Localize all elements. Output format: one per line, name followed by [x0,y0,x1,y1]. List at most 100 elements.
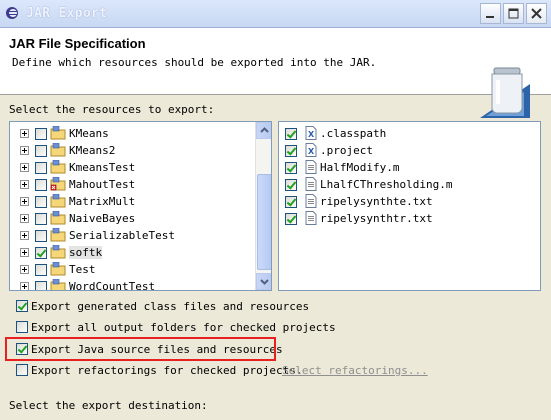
project-label: softk [69,246,103,259]
file-label: .project [320,144,373,157]
project-row[interactable]: NaiveBayes [10,210,271,227]
chevron-up-icon [260,127,269,133]
text-file-icon [305,160,317,174]
file-checkbox[interactable] [285,162,297,174]
expand-icon[interactable] [20,231,29,240]
project-label: MahoutTest [69,178,136,191]
project-checkbox[interactable] [35,281,47,290]
file-label: LhalfCThresholding.m [320,178,453,191]
project-tree[interactable]: KMeans KMeans2 KmeansTest MahoutTest MatrixM… [9,121,272,291]
expand-icon[interactable] [20,214,29,223]
java-project-icon [50,261,66,276]
project-checkbox[interactable] [35,196,47,208]
file-row[interactable]: X .project [279,142,540,159]
expand-icon[interactable] [20,180,29,189]
chevron-down-icon [260,279,269,285]
xml-file-icon: X [305,126,317,140]
scroll-down-button[interactable] [256,273,271,290]
java-project-error-icon [50,176,66,191]
project-checkbox[interactable] [35,213,47,225]
project-row[interactable]: MahoutTest [10,176,271,193]
page-title: JAR File Specification [9,36,146,51]
file-checkbox[interactable] [285,196,297,208]
file-label: ripelysynthte.txt [320,195,433,208]
file-row[interactable]: LhalfCThresholding.m [279,176,540,193]
maximize-button[interactable] [503,3,524,24]
project-checkbox[interactable] [35,230,47,242]
java-project-icon [50,159,66,174]
export-refactorings-label: Export refactorings for checked projects… [31,364,303,377]
expand-icon[interactable] [20,129,29,138]
project-row[interactable]: KMeans2 [10,142,271,159]
java-project-icon [50,227,66,242]
export-class-files-checkbox[interactable] [16,300,28,312]
java-project-icon [50,278,66,290]
project-label: KmeansTest [69,161,136,174]
expand-icon[interactable] [20,146,29,155]
export-refactorings-checkbox[interactable] [16,364,28,376]
project-checkbox[interactable] [35,179,47,191]
export-output-folders-checkbox[interactable] [16,321,28,333]
project-checkbox[interactable] [35,264,47,276]
scroll-up-button[interactable] [256,122,271,139]
file-checkbox[interactable] [285,128,297,140]
project-checkbox[interactable] [35,145,47,157]
close-button[interactable] [526,3,547,24]
window-title: JAR Export [26,6,108,21]
file-label: ripelysynthtr.txt [320,212,433,225]
project-row[interactable]: MatrixMult [10,193,271,210]
file-checkbox[interactable] [285,145,297,157]
title-bar[interactable]: JAR Export [0,0,551,28]
expand-icon[interactable] [20,197,29,206]
minimize-button[interactable] [480,3,501,24]
project-checkbox[interactable] [35,128,47,140]
project-row[interactable]: Test [10,261,271,278]
export-output-folders-label: Export all output folders for checked pr… [31,321,336,334]
eclipse-icon [6,7,18,19]
project-label: SerializableTest [69,229,175,242]
svg-text:X: X [308,147,315,156]
resources-label: Select the resources to export: [9,103,215,116]
project-checkbox[interactable] [35,247,47,259]
java-project-icon [50,244,66,259]
jar-wizard-icon [478,64,532,120]
text-file-icon [305,194,317,208]
project-tree-scrollbar[interactable] [255,122,271,290]
file-list[interactable]: X .classpath X .project HalfModify.m LhalfCTh… [278,121,541,291]
project-label: KMeans [69,127,109,140]
destination-label: Select the export destination: [9,399,208,412]
expand-icon[interactable] [20,265,29,274]
select-refactorings-link[interactable]: Select refactorings... [282,364,428,377]
file-row[interactable]: X .classpath [279,125,540,142]
text-file-icon [305,211,317,225]
svg-text:X: X [308,130,315,139]
project-label: MatrixMult [69,195,136,208]
file-label: HalfModify.m [320,161,400,174]
file-checkbox[interactable] [285,213,297,225]
maximize-icon [508,8,519,19]
expand-icon[interactable] [20,248,29,257]
java-project-icon [50,142,66,157]
project-row[interactable]: WordCountTest [10,278,271,290]
project-label: Test [69,263,96,276]
expand-icon[interactable] [20,282,29,290]
file-label: .classpath [320,127,387,140]
project-row[interactable]: KMeans [10,125,271,142]
scroll-thumb[interactable] [257,174,271,270]
page-description: Define which resources should be exporte… [12,56,377,69]
minimize-icon [486,16,494,18]
file-row[interactable]: HalfModify.m [279,159,540,176]
project-label: KMeans2 [69,144,116,157]
project-row[interactable]: SerializableTest [10,227,271,244]
jar-export-window: JAR Export JAR File Specification Define… [0,0,551,420]
project-row[interactable]: KmeansTest [10,159,271,176]
file-row[interactable]: ripelysynthte.txt [279,193,540,210]
close-icon [531,8,542,19]
expand-icon[interactable] [20,163,29,172]
file-row[interactable]: ripelysynthtr.txt [279,210,540,227]
project-row[interactable]: softk [10,244,271,261]
wizard-header: JAR File Specification Define which reso… [0,28,551,118]
project-label: NaiveBayes [69,212,136,225]
project-checkbox[interactable] [35,162,47,174]
file-checkbox[interactable] [285,179,297,191]
